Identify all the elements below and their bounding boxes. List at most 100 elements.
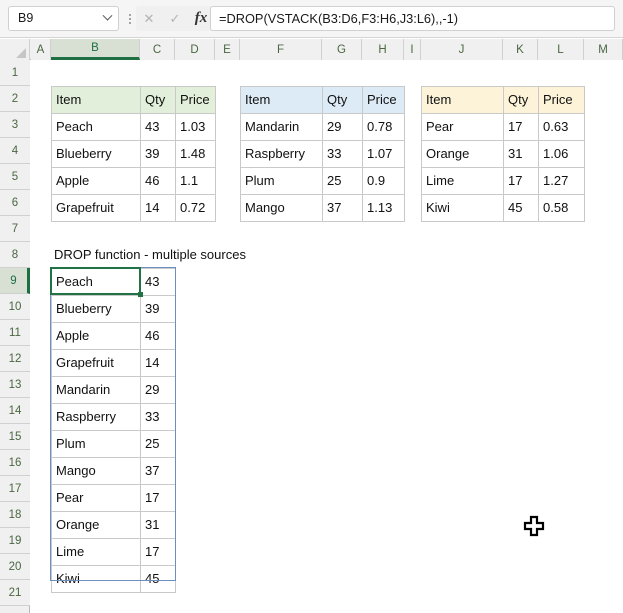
column-header-d[interactable]: D <box>175 39 215 60</box>
table-cell[interactable]: 29 <box>322 113 363 141</box>
table-cell[interactable]: Plum <box>240 167 323 195</box>
table-cell[interactable]: 1.13 <box>362 194 405 222</box>
row-header-13[interactable]: 13 <box>0 372 30 398</box>
table-cell[interactable]: 45 <box>503 194 539 222</box>
column-header-h[interactable]: H <box>362 39 404 60</box>
table-cell[interactable]: 37 <box>322 194 363 222</box>
result-cell[interactable]: Blueberry <box>51 295 141 323</box>
vertical-dots-icon[interactable] <box>124 6 136 31</box>
column-header-cell[interactable]: Qty <box>322 86 363 114</box>
result-cell[interactable]: 45 <box>140 565 176 593</box>
chevron-down-icon[interactable] <box>96 10 118 22</box>
result-cell[interactable]: Raspberry <box>51 403 141 431</box>
column-header-cell[interactable]: Price <box>538 86 585 114</box>
column-header-cell[interactable]: Item <box>51 86 141 114</box>
result-cell[interactable]: 37 <box>140 457 176 485</box>
row-header-8[interactable]: 8 <box>0 242 30 268</box>
table-cell[interactable]: 17 <box>503 167 539 195</box>
table-cell[interactable]: 0.63 <box>538 113 585 141</box>
table-cell[interactable]: Mandarin <box>240 113 323 141</box>
row-header-10[interactable]: 10 <box>0 294 30 320</box>
table-cell[interactable]: Apple <box>51 167 141 195</box>
result-cell[interactable]: Plum <box>51 430 141 458</box>
column-header-cell[interactable]: Item <box>421 86 504 114</box>
column-header-i[interactable]: I <box>404 39 421 60</box>
column-header-b[interactable]: B <box>51 39 140 60</box>
table-cell[interactable]: Lime <box>421 167 504 195</box>
row-header-7[interactable]: 7 <box>0 216 30 242</box>
table-cell[interactable]: 43 <box>140 113 176 141</box>
row-header-12[interactable]: 12 <box>0 346 30 372</box>
column-header-c[interactable]: C <box>140 39 175 60</box>
table-cell[interactable]: 1.03 <box>175 113 216 141</box>
close-icon[interactable]: ✕ <box>136 6 162 31</box>
row-header-17[interactable]: 17 <box>0 476 30 502</box>
table-cell[interactable]: 1.27 <box>538 167 585 195</box>
select-all-corner[interactable] <box>0 39 30 60</box>
result-cell[interactable]: Apple <box>51 322 141 350</box>
column-header-cell[interactable]: Qty <box>503 86 539 114</box>
row-header-3[interactable]: 3 <box>0 112 30 138</box>
table-cell[interactable]: 1.06 <box>538 140 585 168</box>
column-header-m[interactable]: M <box>584 39 623 60</box>
table-cell[interactable]: 0.78 <box>362 113 405 141</box>
spreadsheet-grid[interactable]: Item Qty Price Peach 43 1.03 Blueberry 39 1.48 Ap… <box>31 60 623 613</box>
column-header-cell[interactable]: Price <box>175 86 216 114</box>
table-cell[interactable]: 0.58 <box>538 194 585 222</box>
column-header-a[interactable]: A <box>31 39 51 60</box>
table-cell[interactable]: Orange <box>421 140 504 168</box>
row-header-20[interactable]: 20 <box>0 554 30 580</box>
column-header-k[interactable]: K <box>503 39 538 60</box>
row-header-2[interactable]: 2 <box>0 86 30 112</box>
row-header-9[interactable]: 9 <box>0 268 30 294</box>
column-header-cell[interactable]: Price <box>362 86 405 114</box>
row-header-5[interactable]: 5 <box>0 164 30 190</box>
row-header-21[interactable]: 21 <box>0 580 30 606</box>
result-cell[interactable]: Mandarin <box>51 376 141 404</box>
row-header-6[interactable]: 6 <box>0 190 30 216</box>
result-cell[interactable]: 43 <box>140 268 176 296</box>
column-header-l[interactable]: L <box>538 39 584 60</box>
result-spill-table[interactable]: Peach 43 Blueberry 39 Apple 46 Grapefruit 14 Man… <box>51 268 176 593</box>
result-cell[interactable]: 33 <box>140 403 176 431</box>
result-cell[interactable]: Orange <box>51 511 141 539</box>
result-cell[interactable]: 17 <box>140 484 176 512</box>
column-header-cell[interactable]: Qty <box>140 86 176 114</box>
result-cell[interactable]: 31 <box>140 511 176 539</box>
column-header-f[interactable]: F <box>240 39 322 60</box>
table-cell[interactable]: Peach <box>51 113 141 141</box>
result-cell[interactable]: Peach <box>51 268 141 296</box>
table-cell[interactable]: Mango <box>240 194 323 222</box>
table-cell[interactable]: 1.48 <box>175 140 216 168</box>
result-cell[interactable]: Mango <box>51 457 141 485</box>
table-cell[interactable]: 0.72 <box>175 194 216 222</box>
row-header-19[interactable]: 19 <box>0 528 30 554</box>
result-cell[interactable]: 46 <box>140 322 176 350</box>
row-header-4[interactable]: 4 <box>0 138 30 164</box>
result-cell[interactable]: Lime <box>51 538 141 566</box>
column-header-g[interactable]: G <box>322 39 362 60</box>
column-header-cell[interactable]: Item <box>240 86 323 114</box>
table-cell[interactable]: 33 <box>322 140 363 168</box>
check-icon[interactable]: ✓ <box>162 6 188 31</box>
table-cell[interactable]: Grapefruit <box>51 194 141 222</box>
row-header-1[interactable]: 1 <box>0 60 30 86</box>
table-cell[interactable]: Kiwi <box>421 194 504 222</box>
result-cell[interactable]: 17 <box>140 538 176 566</box>
table-cell[interactable]: Pear <box>421 113 504 141</box>
table-cell[interactable]: 46 <box>140 167 176 195</box>
column-header-j[interactable]: J <box>421 39 503 60</box>
result-cell[interactable]: Kiwi <box>51 565 141 593</box>
table-cell[interactable]: Raspberry <box>240 140 323 168</box>
column-header-e[interactable]: E <box>215 39 240 60</box>
table-cell[interactable]: 39 <box>140 140 176 168</box>
result-cell[interactable]: Pear <box>51 484 141 512</box>
table-cell[interactable]: 17 <box>503 113 539 141</box>
source-table-blue[interactable]: Item Qty Price Mandarin 29 0.78 Raspberry 33 1.0… <box>240 86 405 222</box>
table-cell[interactable]: 25 <box>322 167 363 195</box>
formula-input[interactable]: =DROP(VSTACK(B3:D6,F3:H6,J3:L6),,-1) <box>210 6 615 31</box>
result-cell[interactable]: 25 <box>140 430 176 458</box>
row-header-16[interactable]: 16 <box>0 450 30 476</box>
table-cell[interactable]: 14 <box>140 194 176 222</box>
result-cell[interactable]: 29 <box>140 376 176 404</box>
